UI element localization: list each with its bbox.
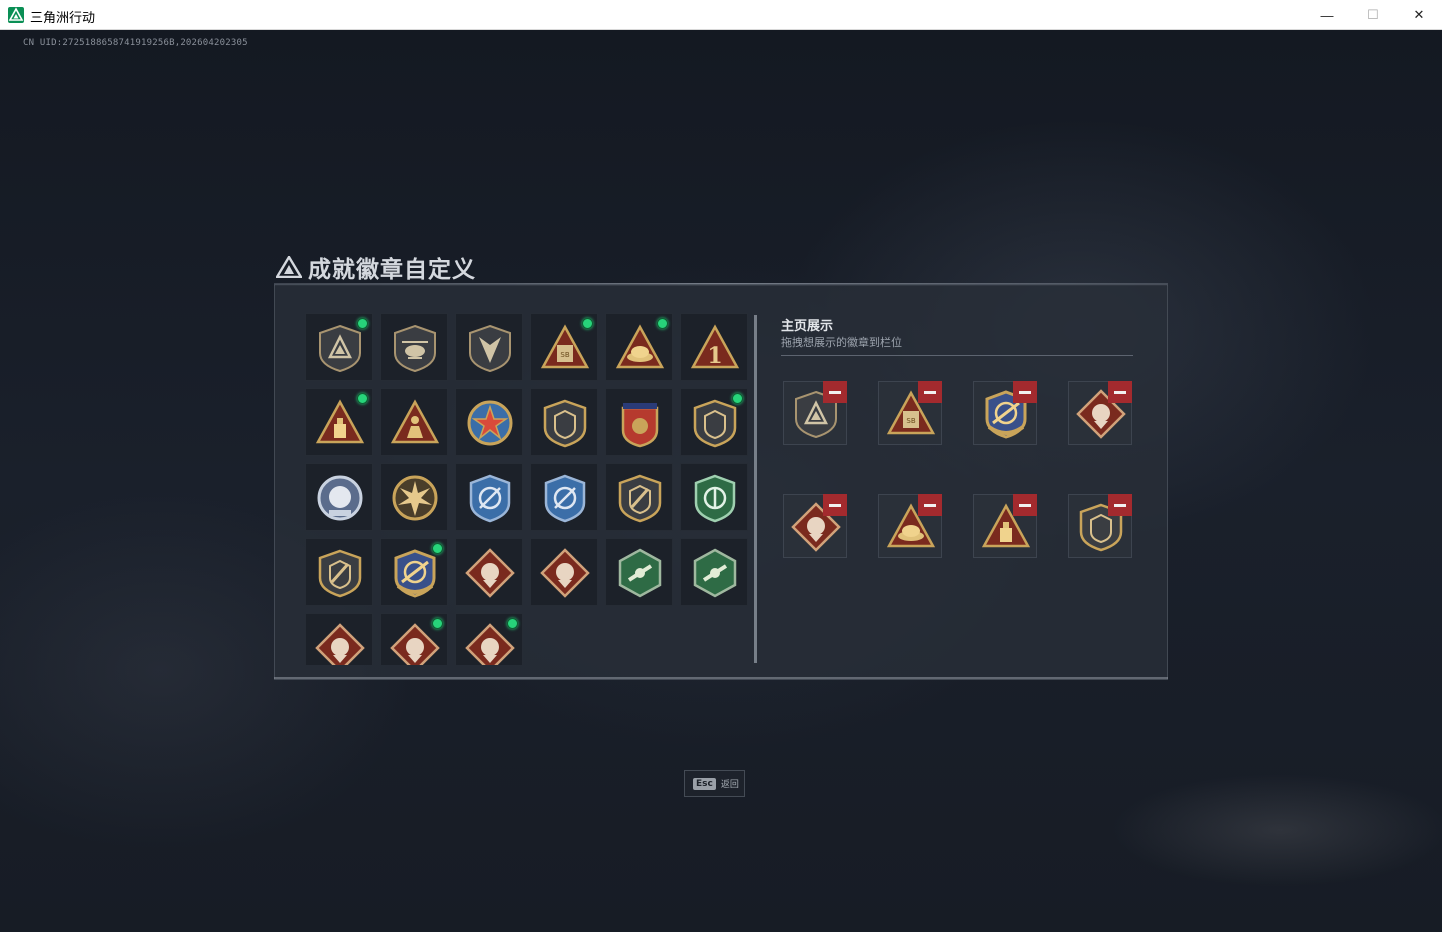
badge-collection-item[interactable] (305, 313, 373, 381)
minus-icon (924, 390, 936, 394)
new-indicator-dot (582, 318, 593, 329)
page-title: 成就徽章自定义 (276, 250, 476, 284)
panel-bottom-divider (274, 677, 1168, 679)
showcase-slot[interactable] (783, 494, 847, 558)
new-indicator-dot (357, 318, 368, 329)
window-titlebar: 三角洲行动 — ☐ ✕ (0, 0, 1442, 30)
badge-collection-item[interactable] (305, 538, 373, 606)
minimize-button[interactable]: — (1304, 0, 1350, 30)
badge-collection-item[interactable] (380, 538, 448, 606)
minus-icon (1114, 390, 1126, 394)
remove-badge-button[interactable] (1013, 494, 1037, 516)
esc-back-button[interactable]: Esc 返回 (684, 770, 745, 797)
uid-watermark: CN UID:2725188658741919256B,202604202305 (23, 38, 248, 48)
new-indicator-dot (507, 618, 518, 629)
badge-collection-item[interactable] (305, 388, 373, 456)
remove-badge-button[interactable] (823, 494, 847, 516)
badge-collection-item[interactable] (530, 463, 598, 531)
new-indicator-dot (732, 393, 743, 404)
badge-collection-item[interactable] (455, 463, 523, 531)
new-indicator-dot (432, 618, 443, 629)
esc-key-icon: Esc (693, 777, 716, 790)
delta-force-logo-icon (8, 7, 24, 23)
badge-collection-item[interactable] (605, 538, 673, 606)
minus-icon (1114, 503, 1126, 507)
showcase-slot[interactable] (1068, 494, 1132, 558)
badge-collection-item[interactable] (680, 463, 748, 531)
showcase-divider (781, 355, 1133, 356)
minus-icon (1019, 503, 1031, 507)
badge-collection-item[interactable] (680, 538, 748, 606)
showcase-slot[interactable] (1068, 381, 1132, 445)
badge-customize-panel: SB 1 主页展示 拖拽想展示的徽章到栏位 SB (274, 284, 1168, 680)
showcase-slot[interactable] (878, 494, 942, 558)
minus-icon (1019, 390, 1031, 394)
badge-collection-item[interactable] (455, 538, 523, 606)
badge-collection-item[interactable]: SB (530, 313, 598, 381)
showcase-title: 主页展示 (781, 319, 834, 334)
remove-badge-button[interactable] (918, 494, 942, 516)
svg-text:1: 1 (707, 343, 722, 369)
svg-text:SB: SB (560, 351, 569, 359)
badge-collection-grid[interactable]: SB 1 (305, 313, 749, 665)
remove-badge-button[interactable] (1108, 494, 1132, 516)
badge-collection-item[interactable] (680, 388, 748, 456)
minus-icon (924, 503, 936, 507)
delta-triangle-icon (276, 256, 302, 278)
collection-scrollbar[interactable] (754, 315, 757, 663)
badge-collection-item[interactable] (305, 613, 373, 665)
minus-icon (829, 503, 841, 507)
minus-icon (829, 390, 841, 394)
maximize-button[interactable]: ☐ (1350, 0, 1396, 30)
badge-collection-item[interactable] (455, 613, 523, 665)
new-indicator-dot (657, 318, 668, 329)
showcase-slot[interactable] (973, 494, 1037, 558)
window-title: 三角洲行动 (30, 11, 96, 26)
remove-badge-button[interactable] (823, 381, 847, 403)
game-viewport: CN UID:2725188658741919256B,202604202305… (0, 30, 1442, 932)
remove-badge-button[interactable] (1108, 381, 1132, 403)
badge-collection-item[interactable] (605, 313, 673, 381)
showcase-slot[interactable] (973, 381, 1037, 445)
back-label: 返回 (720, 780, 739, 790)
badge-collection-item[interactable]: 1 (680, 313, 748, 381)
svg-text:SB: SB (906, 417, 915, 425)
showcase-slot[interactable]: SB (878, 381, 942, 445)
badge-collection-item[interactable] (455, 388, 523, 456)
badge-collection-item[interactable] (605, 388, 673, 456)
remove-badge-button[interactable] (918, 381, 942, 403)
remove-badge-button[interactable] (1013, 381, 1037, 403)
badge-collection-item[interactable] (380, 613, 448, 665)
badge-collection-item[interactable] (530, 388, 598, 456)
badge-collection-item[interactable] (380, 463, 448, 531)
close-button[interactable]: ✕ (1396, 0, 1442, 30)
badge-collection-item[interactable] (305, 463, 373, 531)
badge-collection-item[interactable] (455, 313, 523, 381)
new-indicator-dot (432, 543, 443, 554)
badge-collection-item[interactable] (380, 388, 448, 456)
showcase-subtitle: 拖拽想展示的徽章到栏位 (781, 336, 902, 349)
showcase-slot[interactable] (783, 381, 847, 445)
badge-collection-item[interactable] (605, 463, 673, 531)
page-title-text: 成就徽章自定义 (308, 257, 476, 283)
badge-collection-item[interactable] (530, 538, 598, 606)
badge-collection-item[interactable] (380, 313, 448, 381)
new-indicator-dot (357, 393, 368, 404)
